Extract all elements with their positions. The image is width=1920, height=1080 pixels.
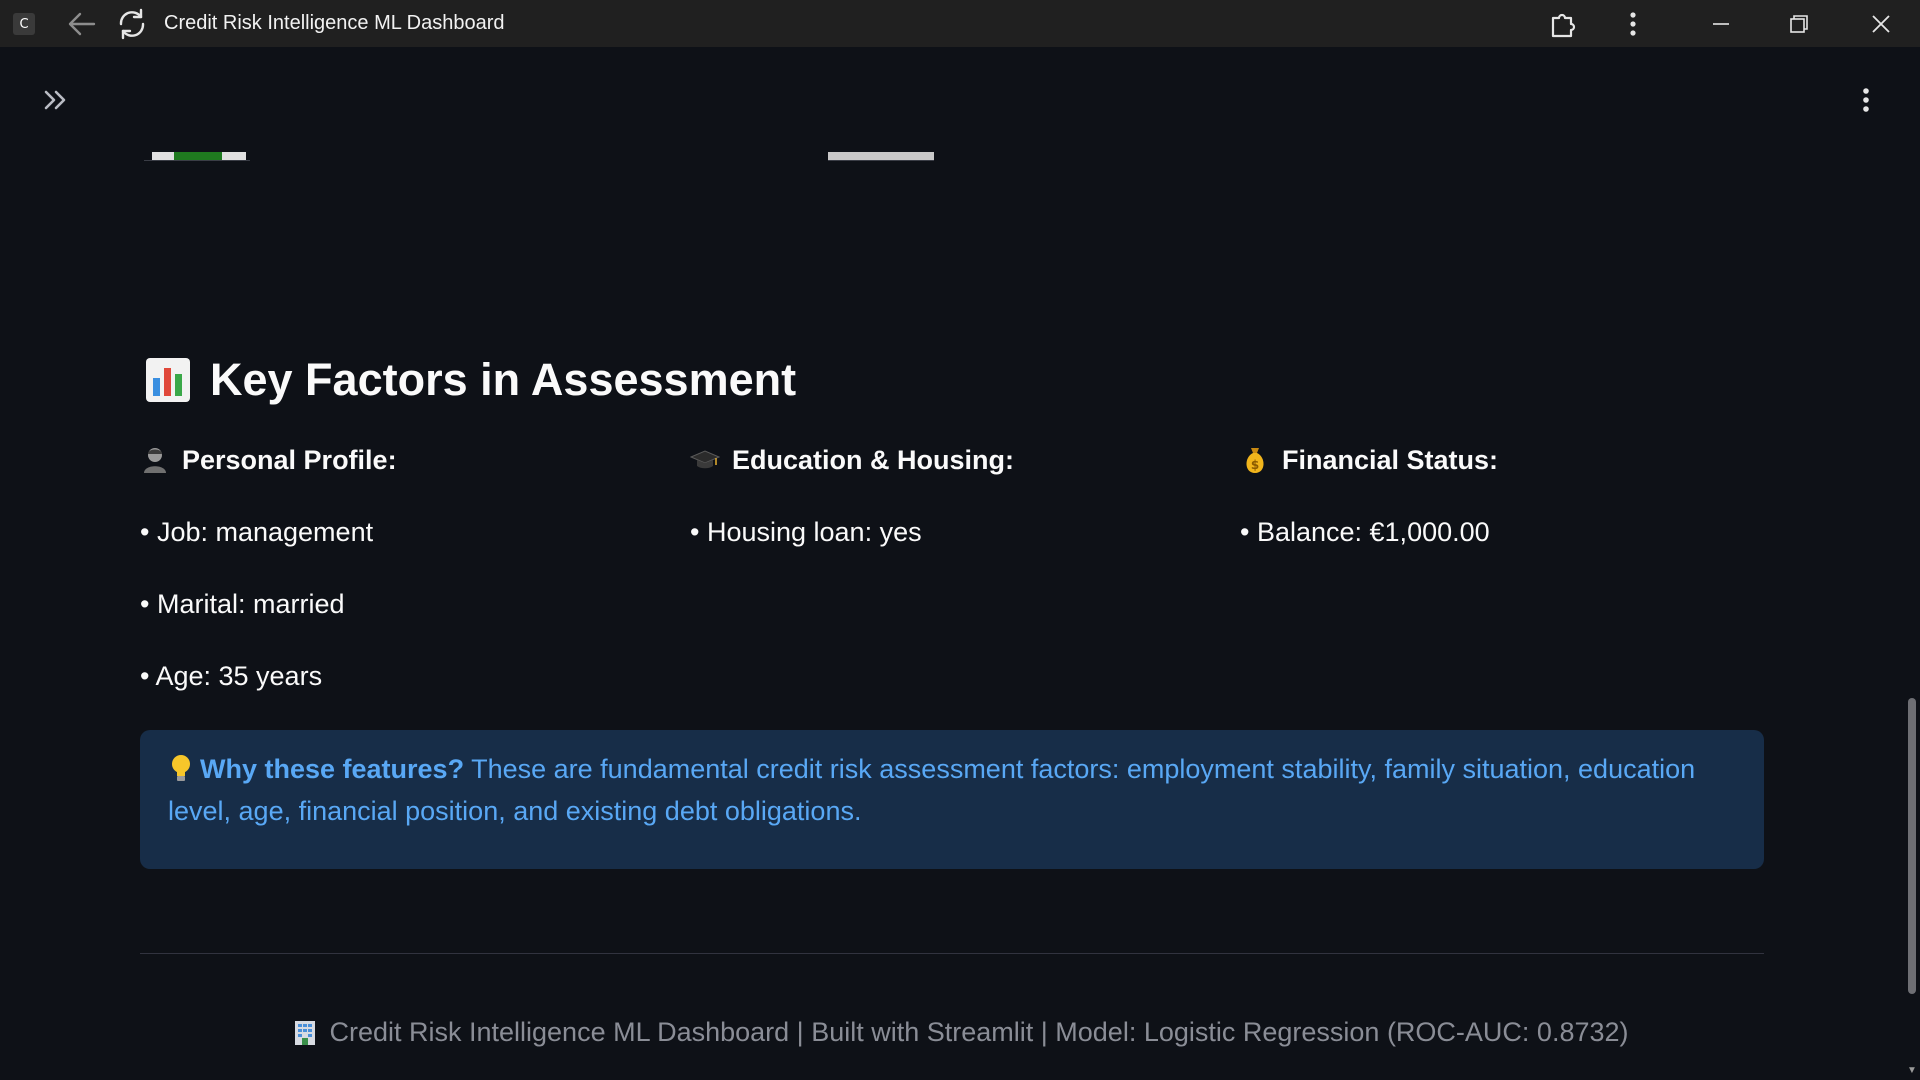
education-housing-header: Education & Housing:: [690, 440, 1210, 480]
browser-menu-button[interactable]: [1612, 0, 1654, 47]
financial-status-header: $ Financial Status:: [1240, 440, 1760, 480]
footer-divider: [140, 953, 1764, 954]
info-callout: Why these features? These are fundamenta…: [140, 730, 1764, 869]
close-icon: [1872, 14, 1890, 33]
factor-item-marital: • Marital: married: [140, 588, 345, 619]
window-title: Credit Risk Intelligence ML Dashboard: [164, 12, 505, 34]
section-heading: Key Factors in Assessment: [144, 348, 796, 412]
footer: Credit Risk Intelligence ML Dashboard | …: [0, 1012, 1920, 1052]
sidebar-expand-button[interactable]: [40, 84, 72, 116]
personal-profile-column: Personal Profile: • Job: management • Ma…: [140, 440, 660, 696]
info-callout-heading: Why these features?: [200, 754, 465, 784]
loading-bar-right: [828, 152, 934, 161]
light-bulb-emoji-icon: [172, 755, 190, 781]
education-housing-column: Education & Housing: • Housing loan: yes: [690, 440, 1210, 552]
graduation-cap-emoji-icon: [690, 445, 720, 475]
person-emoji-icon: [140, 445, 170, 475]
reload-icon: [119, 8, 145, 39]
app-icon-letter: C: [19, 16, 29, 32]
double-chevron-right-icon: [44, 90, 66, 110]
section-heading-text: Key Factors in Assessment: [210, 354, 797, 405]
financial-status-column: $ Financial Status: • Balance: €1,000.00: [1240, 440, 1760, 552]
page-scrollbar-thumb[interactable]: [1908, 698, 1916, 994]
close-window-button[interactable]: [1860, 0, 1902, 47]
restore-button[interactable]: [1778, 0, 1820, 47]
loading-bar-left: [144, 152, 250, 161]
vertical-dots-icon: [1863, 88, 1869, 112]
factor-item-age: • Age: 35 years: [140, 660, 323, 691]
vertical-dots-icon: [1630, 11, 1636, 36]
minimize-button[interactable]: [1700, 0, 1742, 47]
minimize-icon: [1713, 22, 1729, 25]
app-main-menu-button[interactable]: [1850, 84, 1882, 116]
extensions-button[interactable]: [1543, 0, 1585, 47]
footer-text: Credit Risk Intelligence ML Dashboard | …: [329, 1016, 1629, 1047]
factor-item-balance: • Balance: €1,000.00: [1240, 516, 1490, 547]
factor-item-housing-loan: • Housing loan: yes: [690, 516, 922, 547]
financial-status-title: Financial Status:: [1282, 444, 1499, 475]
svg-text:$: $: [1251, 458, 1259, 472]
scroll-down-arrow-icon[interactable]: ▼: [1906, 1064, 1918, 1076]
reload-button[interactable]: [111, 0, 153, 47]
window-titlebar: C Credit Risk Intelligence ML Dashboard: [0, 0, 1920, 47]
factor-item-job: • Job: management: [140, 516, 374, 547]
education-housing-title: Education & Housing:: [732, 444, 1014, 475]
puzzle-icon: [1551, 13, 1576, 37]
back-button[interactable]: [60, 0, 102, 47]
personal-profile-title: Personal Profile:: [182, 444, 397, 475]
app-icon: C: [13, 13, 35, 35]
restore-icon: [1790, 14, 1808, 33]
money-bag-emoji-icon: $: [1240, 445, 1270, 475]
arrow-left-icon: [68, 12, 96, 35]
office-building-emoji-icon: [295, 1021, 316, 1045]
bar-chart-emoji-icon: [146, 358, 190, 402]
personal-profile-header: Personal Profile:: [140, 440, 660, 480]
